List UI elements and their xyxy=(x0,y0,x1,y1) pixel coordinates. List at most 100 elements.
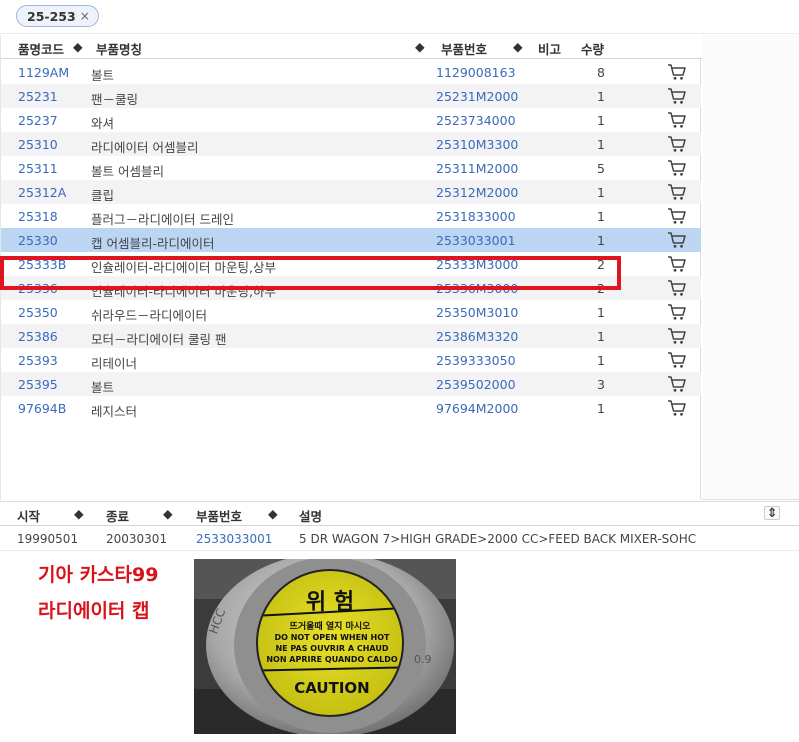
filter-bar: 25-253 × xyxy=(0,0,799,34)
shopping-cart-icon[interactable] xyxy=(667,111,687,129)
part-quantity: 1 xyxy=(597,401,605,416)
part-number-link[interactable]: 25231M2000 xyxy=(436,89,518,104)
column-header-note[interactable]: 비고 xyxy=(538,39,561,58)
shopping-cart-icon[interactable] xyxy=(667,231,687,249)
column-header-code[interactable]: 품명코드 xyxy=(18,39,64,58)
column-header-part-no[interactable]: 부품번호 xyxy=(196,506,242,525)
part-quantity: 8 xyxy=(597,65,605,80)
part-name: 레지스터 xyxy=(91,404,138,419)
sort-icon[interactable]: ◆ xyxy=(74,506,84,521)
part-number-link[interactable]: 97694M2000 xyxy=(436,401,518,416)
part-number-link[interactable]: 2533033001 xyxy=(196,532,272,546)
part-code-link[interactable]: 97694B xyxy=(18,401,66,416)
detail-table-header: 시작 ◆ 종료 ◆ 부품번호 ◆ 설명 ⇕ xyxy=(0,502,799,526)
table-row[interactable]: 25386 모터－라디에이터 쿨링 팬 25386M3320 1 xyxy=(1,324,701,348)
part-number-link[interactable]: 25311M2000 xyxy=(436,161,518,176)
table-row[interactable]: 1129AM 볼트 1129008163 8 xyxy=(1,60,701,84)
part-name: 리테이너 xyxy=(91,356,138,371)
shopping-cart-icon[interactable] xyxy=(667,207,687,225)
part-name: 와셔 xyxy=(91,116,115,131)
sort-icon[interactable]: ⇕ xyxy=(764,506,780,520)
shopping-cart-icon[interactable] xyxy=(667,63,687,81)
part-code-link[interactable]: 25237 xyxy=(18,113,58,128)
part-code-link[interactable]: 25395 xyxy=(18,377,58,392)
table-row[interactable]: 19990501 20030301 2533033001 5 DR WAGON … xyxy=(0,527,799,551)
cap-text-es: NON APRIRE QUANDO CALDO xyxy=(266,655,398,664)
part-code-link[interactable]: 25318 xyxy=(18,209,58,224)
sort-icon[interactable]: ◆ xyxy=(513,39,523,54)
column-header-name[interactable]: 부품명칭 xyxy=(96,39,142,58)
parts-list-panel: 품명코드 ◆ 부품명칭 ◆ 부품번호 ◆ 비고 수량 1129AM 볼트 11290… xyxy=(0,35,799,500)
cap-text-fr: NE PAS OUVRIR A CHAUD xyxy=(275,644,388,653)
table-row[interactable]: 25237 와셔 2523734000 1 xyxy=(1,108,701,132)
part-number-link[interactable]: 25312M2000 xyxy=(436,185,518,200)
shopping-cart-icon[interactable] xyxy=(667,135,687,153)
shopping-cart-icon[interactable] xyxy=(667,255,687,273)
column-header-end[interactable]: 종료 xyxy=(106,506,129,525)
cap-caution: CAUTION xyxy=(294,679,369,697)
part-code-link[interactable]: 25312A xyxy=(18,185,66,200)
shopping-cart-icon[interactable] xyxy=(667,399,687,417)
part-quantity: 1 xyxy=(597,233,605,248)
shopping-cart-icon[interactable] xyxy=(667,87,687,105)
part-code-link[interactable]: 1129AM xyxy=(18,65,69,80)
sort-icon[interactable]: ◆ xyxy=(268,506,278,521)
column-header-part-no[interactable]: 부품번호 xyxy=(441,39,487,58)
sort-icon[interactable]: ◆ xyxy=(415,39,425,54)
part-quantity: 1 xyxy=(597,137,605,152)
part-code-link[interactable]: 25310 xyxy=(18,137,58,152)
part-number-link[interactable]: 2531833000 xyxy=(436,209,516,224)
part-quantity: 1 xyxy=(597,89,605,104)
part-name: 팬－쿨링 xyxy=(91,92,139,107)
column-header-start[interactable]: 시작 xyxy=(17,506,40,525)
sort-icon[interactable]: ◆ xyxy=(163,506,173,521)
part-name: 모터－라디에이터 쿨링 팬 xyxy=(91,332,227,347)
annotation-line-1: 기아 카스타99 xyxy=(38,564,159,586)
side-panel xyxy=(702,35,799,500)
part-number-link[interactable]: 2539502000 xyxy=(436,377,516,392)
shopping-cart-icon[interactable] xyxy=(667,303,687,321)
part-code-link[interactable]: 25393 xyxy=(18,353,58,368)
filter-chip-label: 25-253 xyxy=(27,8,76,24)
highlight-box xyxy=(0,256,621,290)
table-row[interactable]: 25312A 클립 25312M2000 1 xyxy=(1,180,701,204)
table-row[interactable]: 97694B 레지스터 97694M2000 1 xyxy=(1,396,701,420)
table-row[interactable]: 25231 팬－쿨링 25231M2000 1 xyxy=(1,84,701,108)
shopping-cart-icon[interactable] xyxy=(667,375,687,393)
part-code-link[interactable]: 25330 xyxy=(18,233,58,248)
table-row[interactable]: 25350 쉬라우드－라디에이터 25350M3010 1 xyxy=(1,300,701,324)
part-quantity: 5 xyxy=(597,161,605,176)
part-number-link[interactable]: 2533033001 xyxy=(436,233,516,248)
shopping-cart-icon[interactable] xyxy=(667,279,687,297)
table-row[interactable]: 25311 볼트 어셈블리 25311M2000 5 xyxy=(1,156,701,180)
shopping-cart-icon[interactable] xyxy=(667,159,687,177)
close-icon[interactable]: × xyxy=(80,9,90,23)
part-code-link[interactable]: 25311 xyxy=(18,161,58,176)
cap-rating: 0.9 xyxy=(414,653,432,666)
table-row[interactable]: 25393 리테이너 2539333050 1 xyxy=(1,348,701,372)
part-name: 클립 xyxy=(91,188,115,203)
part-number-link[interactable]: 25310M3300 xyxy=(436,137,518,152)
part-code-link[interactable]: 25350 xyxy=(18,305,58,320)
table-row[interactable]: 25395 볼트 2539502000 3 xyxy=(1,372,701,396)
table-row[interactable]: 25310 라디에이터 어셈블리 25310M3300 1 xyxy=(1,132,701,156)
table-row[interactable]: 25318 플러그－라디에이터 드레인 2531833000 1 xyxy=(1,204,701,228)
part-number-link[interactable]: 2539333050 xyxy=(436,353,516,368)
column-header-desc[interactable]: 설명 xyxy=(299,506,322,525)
filter-chip[interactable]: 25-253 × xyxy=(16,5,99,27)
sort-icon[interactable]: ◆ xyxy=(73,39,83,54)
parts-table-header: 품명코드 ◆ 부품명칭 ◆ 부품번호 ◆ 비고 수량 xyxy=(1,35,702,59)
part-number-link[interactable]: 2523734000 xyxy=(436,113,516,128)
part-name: 쉬라우드－라디에이터 xyxy=(91,308,208,323)
table-row[interactable]: 25330 캡 어셈블리-라디에이터 2533033001 1 xyxy=(1,228,701,252)
shopping-cart-icon[interactable] xyxy=(667,351,687,369)
part-number-link[interactable]: 25350M3010 xyxy=(436,305,518,320)
column-header-qty[interactable]: 수량 xyxy=(581,39,604,58)
part-number-link[interactable]: 1129008163 xyxy=(436,65,516,80)
part-code-link[interactable]: 25231 xyxy=(18,89,58,104)
part-number-link[interactable]: 25386M3320 xyxy=(436,329,518,344)
annotation-line-2: 라디에이터 캡 xyxy=(38,600,150,622)
shopping-cart-icon[interactable] xyxy=(667,327,687,345)
shopping-cart-icon[interactable] xyxy=(667,183,687,201)
part-code-link[interactable]: 25386 xyxy=(18,329,58,344)
